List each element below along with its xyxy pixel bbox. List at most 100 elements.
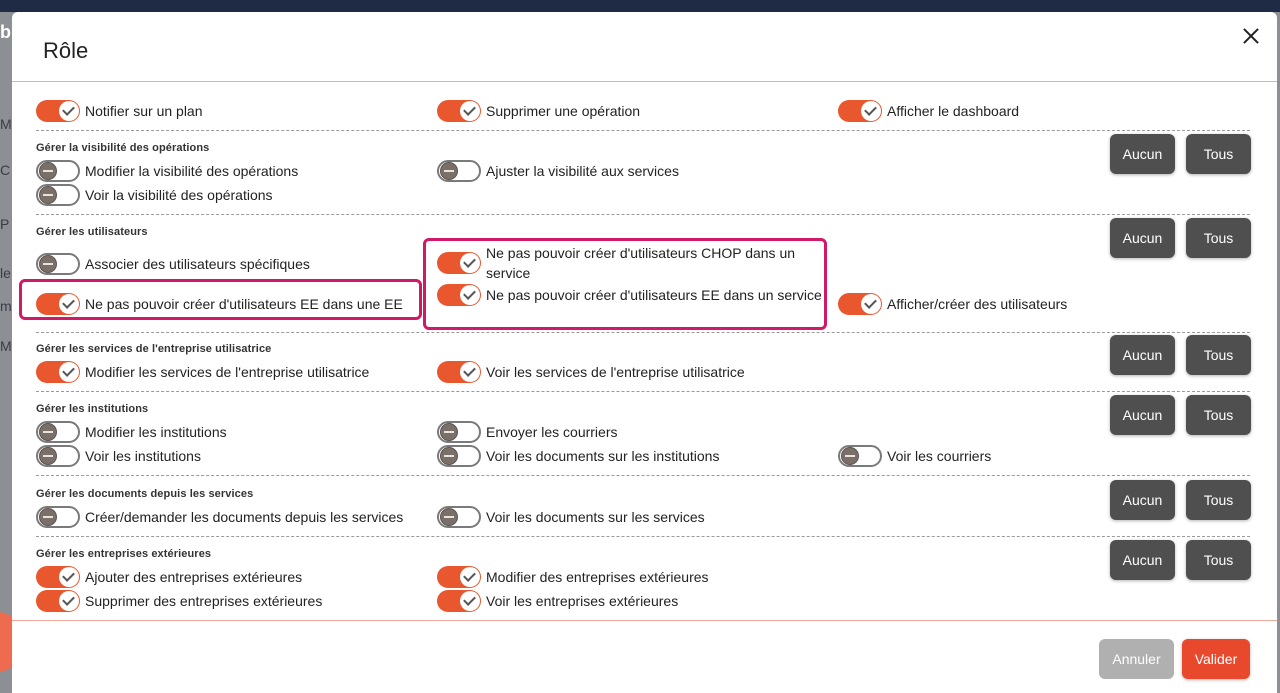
group-separator [36,536,1250,537]
permissions-list[interactable]: Notifier sur un plan Supprimer une opéra… [12,83,1277,620]
none-button-documents[interactable]: Aucun [1110,480,1175,520]
group-separator [36,214,1250,215]
group-title-documents: Gérer les documents depuis les services [36,488,254,500]
permission-label: Voir les documents sur les services [486,509,705,525]
dialog-footer: Annuler Valider [12,620,1277,693]
toggle-switch[interactable] [36,421,80,443]
toggle-switch[interactable] [437,566,481,588]
toggle-switch[interactable] [36,361,80,383]
bg-fragment: C [0,162,11,178]
permission-supprimer-operation[interactable]: Supprimer une opération [437,100,640,122]
toggle-switch[interactable] [437,421,481,443]
all-button-entreprises[interactable]: Tous [1186,540,1251,580]
bg-fragment: le [0,265,11,281]
toggle-switch[interactable] [36,253,80,275]
group-title-utilisateurs: Gérer les utilisateurs [36,226,148,238]
permission-modifier-services[interactable]: Modifier les services de l'entreprise ut… [36,361,369,383]
permission-label: Voir les services de l'entreprise utilis… [486,364,745,380]
permission-label: Modifier la visibilité des opérations [85,163,299,179]
group-title-entreprises: Gérer les entreprises extérieures [36,548,212,560]
all-button-services[interactable]: Tous [1186,335,1251,375]
permission-associer-utilisateurs[interactable]: Associer des utilisateurs spécifiques [36,253,310,275]
permission-voir-services[interactable]: Voir les services de l'entreprise utilis… [437,361,745,383]
permission-label: Supprimer des entreprises extérieures [85,593,323,609]
group-title-visibilite: Gérer la visibilité des opérations [36,142,210,154]
group-title-institutions: Gérer les institutions [36,403,149,415]
none-button-services[interactable]: Aucun [1110,335,1175,375]
permission-voir-courriers[interactable]: Voir les courriers [838,445,991,467]
toggle-switch[interactable] [36,566,80,588]
none-button-entreprises[interactable]: Aucun [1110,540,1175,580]
permission-voir-documents-services[interactable]: Voir les documents sur les services [437,506,705,528]
none-button-visibilite[interactable]: Aucun [1110,134,1175,174]
permission-modifier-visibilite[interactable]: Modifier la visibilité des opérations [36,160,298,182]
permission-label: Supprimer une opération [486,103,641,119]
permission-afficher-creer-utilisateurs[interactable]: Afficher/créer des utilisateurs [838,293,1067,315]
bg-fragment: P [0,216,10,232]
all-button-documents[interactable]: Tous [1186,480,1251,520]
permission-label: Notifier sur un plan [85,103,203,119]
highlight-annotation [423,238,827,330]
permission-label: Modifier les services de l'entreprise ut… [85,364,370,380]
toggle-switch[interactable] [437,100,481,122]
group-separator [36,332,1250,333]
permission-voir-entreprises[interactable]: Voir les entreprises extérieures [437,590,678,612]
toggle-switch[interactable] [36,100,80,122]
permission-label: Envoyer les courriers [486,424,618,440]
permission-label: Afficher le dashboard [887,103,1020,119]
permission-label: Voir les courriers [887,448,992,464]
none-button-institutions[interactable]: Aucun [1110,395,1175,435]
permission-ajouter-entreprises[interactable]: Ajouter des entreprises extérieures [36,566,302,588]
permission-modifier-entreprises[interactable]: Modifier des entreprises extérieures [437,566,709,588]
permission-modifier-institutions[interactable]: Modifier les institutions [36,421,227,443]
submit-button[interactable]: Valider [1182,639,1250,679]
toggle-switch[interactable] [437,160,481,182]
permission-creer-documents[interactable]: Créer/demander les documents depuis les … [36,506,403,528]
permission-label: Afficher/créer des utilisateurs [887,296,1068,312]
toggle-switch[interactable] [36,506,80,528]
all-button-visibilite[interactable]: Tous [1186,134,1251,174]
group-separator [36,391,1250,392]
all-button-institutions[interactable]: Tous [1186,395,1251,435]
none-button-utilisateurs[interactable]: Aucun [1110,218,1175,258]
toggle-switch[interactable] [437,590,481,612]
permission-label: Associer des utilisateurs spécifiques [85,256,310,272]
permission-ajuster-visibilite[interactable]: Ajuster la visibilité aux services [437,160,679,182]
permission-label: Voir les entreprises extérieures [486,593,679,609]
permission-envoyer-courriers[interactable]: Envoyer les courriers [437,421,618,443]
permission-voir-documents-institutions[interactable]: Voir les documents sur les institutions [437,445,719,467]
toggle-switch[interactable] [36,184,80,206]
permission-label: Modifier des entreprises extérieures [486,569,709,585]
permission-voir-institutions[interactable]: Voir les institutions [36,445,201,467]
app-topbar [0,0,1280,12]
permission-label: Créer/demander les documents depuis les … [85,509,404,525]
cancel-button[interactable]: Annuler [1099,639,1174,679]
permission-label: Ajouter des entreprises extérieures [85,569,303,585]
toggle-switch[interactable] [36,160,80,182]
bg-fragment: M [0,338,12,354]
toggle-switch[interactable] [437,506,481,528]
permission-label: Voir les institutions [85,448,201,464]
dialog-header: Rôle [12,12,1277,82]
permission-label: Modifier les institutions [85,424,227,440]
permission-label: Voir les documents sur les institutions [486,448,720,464]
toggle-switch[interactable] [437,361,481,383]
group-title-services: Gérer les services de l'entreprise utili… [36,343,272,355]
permission-voir-visibilite[interactable]: Voir la visibilité des opérations [36,184,273,206]
toggle-switch[interactable] [838,445,882,467]
permission-label: Voir la visibilité des opérations [85,187,273,203]
close-icon[interactable] [1241,26,1261,46]
permission-afficher-dashboard[interactable]: Afficher le dashboard [838,100,1019,122]
dialog-title: Rôle [43,38,89,63]
toggle-switch[interactable] [838,100,882,122]
toggle-switch[interactable] [437,445,481,467]
role-dialog: Rôle Notifier sur un plan Supprimer une … [12,12,1277,693]
permission-notifier-plan[interactable]: Notifier sur un plan [36,100,203,122]
all-button-utilisateurs[interactable]: Tous [1186,218,1251,258]
group-separator [36,475,1250,476]
bg-fragment: bi [0,22,12,42]
toggle-switch[interactable] [36,445,80,467]
toggle-switch[interactable] [838,293,882,315]
toggle-switch[interactable] [36,590,80,612]
permission-supprimer-entreprises[interactable]: Supprimer des entreprises extérieures [36,590,322,612]
